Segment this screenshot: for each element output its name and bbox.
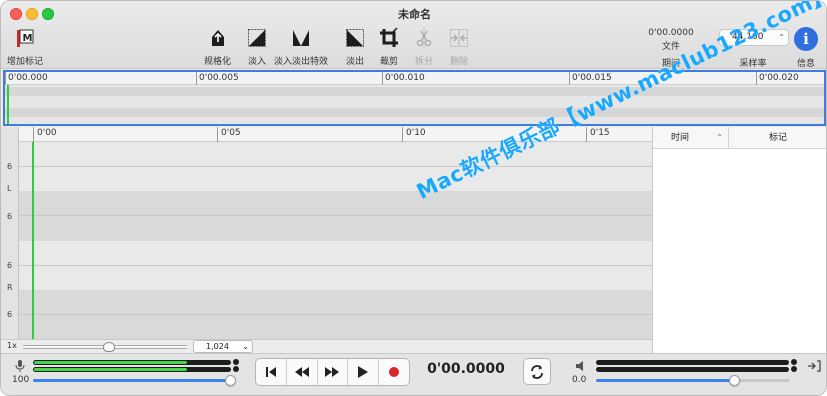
- fade-out-label: 淡出: [345, 57, 364, 67]
- info-icon: i: [803, 30, 809, 48]
- marker-flag-icon: M: [12, 25, 38, 51]
- crossfade-button[interactable]: 淡入淡出特效: [274, 25, 328, 67]
- window-title: 未命名: [398, 8, 431, 21]
- markers-header: 时间 ⌃ 标记: [653, 127, 826, 149]
- markers-panel: 时间 ⌃ 标记: [652, 127, 826, 353]
- zoom-slider-knob[interactable]: [103, 342, 115, 352]
- zoom-select-value: 1,024: [206, 342, 229, 351]
- normalize-icon: [205, 25, 231, 51]
- fade-in-button[interactable]: 淡入: [244, 25, 270, 67]
- record-button[interactable]: [379, 359, 409, 385]
- info-label: 信息: [796, 59, 815, 69]
- overview-ruler: 0'00.000 0'00.005 0'00.010 0'00.015 0'00…: [5, 72, 824, 85]
- sample-rate-label: 采样率: [739, 59, 767, 69]
- sort-ascending-icon: ⌃: [716, 133, 723, 142]
- fade-out-icon: [342, 25, 368, 51]
- normalize-label: 规格化: [204, 57, 232, 67]
- right-channel-lower: [19, 290, 652, 340]
- playhead[interactable]: [32, 142, 34, 339]
- zoom-select[interactable]: 1,024 ⌄: [193, 340, 253, 353]
- input-meter-left: [33, 359, 239, 365]
- left-channel-lower: [19, 191, 652, 241]
- microphone-icon: [15, 360, 25, 372]
- add-marker-label: 增加标记: [7, 57, 44, 67]
- gain-label: 6: [7, 310, 13, 319]
- crop-icon: [376, 25, 402, 51]
- input-volume-slider[interactable]: [33, 375, 236, 386]
- output-volume-knob[interactable]: [729, 375, 740, 386]
- gain-label: 6: [7, 261, 13, 270]
- delete-range-icon: [446, 25, 472, 51]
- selection-duration: 0'00.0000: [648, 28, 694, 38]
- record-icon: [389, 367, 400, 377]
- app-window: 未命名 M 增加标记 规格化 淡入 淡入淡出特效 淡出 裁剪 拆分 删除 0'0…: [0, 0, 827, 396]
- crop-button[interactable]: 裁剪: [376, 25, 402, 67]
- zoom-bar: 1x 1,024 ⌄: [1, 339, 652, 353]
- split-button[interactable]: 拆分: [411, 25, 437, 67]
- play-button[interactable]: [348, 359, 380, 385]
- overview-playhead[interactable]: [7, 85, 9, 124]
- exit-icon[interactable]: [807, 360, 821, 375]
- channel-gutter: 6 L 6 6 R 6: [1, 127, 19, 339]
- output-meter-left: [596, 359, 797, 365]
- play-icon: [358, 366, 369, 378]
- ruler-tick: 0'00: [33, 127, 57, 142]
- crossfade-label: 淡入淡出特效: [274, 57, 329, 67]
- zoom-label: 1x: [7, 341, 17, 350]
- ruler-tick: 0'05: [217, 127, 241, 142]
- fast-forward-icon: [325, 367, 340, 377]
- crossfade-icon: [288, 25, 314, 51]
- overview-tick: 0'00.010: [382, 72, 425, 85]
- svg-text:M: M: [23, 33, 33, 44]
- output-volume-slider[interactable]: [596, 375, 789, 386]
- waveform-editor[interactable]: 6 L 6 6 R 6 0'00 0'05 0'10 0'15 1x 1,024…: [1, 127, 652, 353]
- column-time-label: 时间: [671, 133, 690, 143]
- overview-tick: 0'00.005: [196, 72, 239, 85]
- split-label: 拆分: [414, 57, 433, 67]
- speaker-icon: [575, 360, 587, 375]
- ruler-tick: 0'10: [402, 127, 426, 142]
- fade-in-icon: [244, 25, 270, 51]
- column-header-marker[interactable]: 标记: [729, 127, 826, 149]
- delete-button[interactable]: 删除: [446, 25, 472, 67]
- gain-label: 6: [7, 212, 13, 221]
- overview-lane-left: [5, 87, 824, 96]
- fade-out-button[interactable]: 淡出: [342, 25, 368, 67]
- input-meter-right: [33, 366, 239, 372]
- loop-icon: [531, 364, 543, 379]
- right-channel-upper: [19, 241, 652, 291]
- info-button[interactable]: i: [794, 27, 818, 51]
- overview-tick: 0'00.000: [5, 72, 48, 85]
- input-volume-knob[interactable]: [225, 375, 236, 386]
- column-header-time[interactable]: 时间 ⌃: [653, 127, 729, 149]
- overview-tick: 0'00.020: [756, 72, 799, 85]
- fade-in-label: 淡入: [247, 57, 266, 67]
- skip-to-start-icon: [265, 367, 276, 377]
- scissors-icon: [411, 25, 437, 51]
- ruler-tick: 0'15: [586, 127, 610, 142]
- fast-forward-button[interactable]: [318, 359, 349, 385]
- go-to-start-button[interactable]: [256, 359, 287, 385]
- crop-label: 裁剪: [379, 57, 398, 67]
- left-channel-upper: [19, 142, 652, 192]
- transport-bar: 100 0'00.0000 0.0: [1, 353, 826, 395]
- output-volume-value: 0.0: [572, 375, 587, 385]
- transport-controls: [255, 358, 410, 386]
- playhead-timecode: 0'00.0000: [427, 361, 505, 377]
- input-volume-value: 100: [12, 375, 30, 385]
- rewind-button[interactable]: [287, 359, 318, 385]
- output-meter-right: [596, 366, 797, 372]
- normalize-button[interactable]: 规格化: [204, 25, 231, 67]
- delete-label: 删除: [449, 57, 468, 67]
- chevron-down-icon: ⌄: [242, 342, 249, 351]
- gain-label: 6: [7, 162, 13, 171]
- channel-left-label: L: [7, 184, 12, 193]
- add-marker-button[interactable]: M 增加标记: [7, 25, 43, 67]
- rewind-icon: [294, 367, 309, 377]
- channel-right-label: R: [7, 283, 13, 292]
- overview-waveform[interactable]: 0'00.000 0'00.005 0'00.010 0'00.015 0'00…: [3, 70, 826, 126]
- overview-lane-right: [5, 108, 824, 117]
- loop-button[interactable]: [523, 358, 551, 385]
